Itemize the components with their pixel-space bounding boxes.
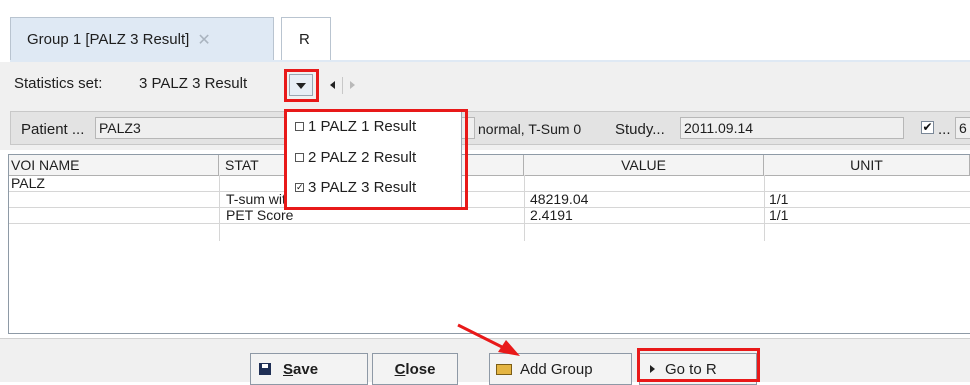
statistics-set-dropdown-button[interactable] [289, 74, 313, 96]
dropdown-arrow-icon [296, 83, 306, 89]
study-field: 2011.09.14 [680, 117, 904, 139]
study-value: 2011.09.14 [684, 120, 754, 136]
column-divider [764, 175, 765, 241]
go-to-r-button[interactable]: Go to R [639, 353, 757, 385]
menu-item-label: 1 PALZ 1 Result [308, 117, 417, 135]
checkbox-icon [295, 152, 304, 162]
checkbox-icon[interactable]: ✔ [921, 121, 934, 134]
checkbox-icon: ✓ [295, 181, 304, 192]
menu-item-label: 3 PALZ 3 Result [308, 178, 417, 196]
type-value: normal, T-Sum 0 [478, 121, 582, 137]
tab-group-1[interactable]: Group 1 [PALZ 3 Result] ✕ [10, 17, 274, 61]
extra-value: 6 [959, 120, 967, 136]
extra-field: 6 [955, 117, 970, 139]
study-label: Study... [615, 121, 665, 138]
tab-r[interactable]: R [281, 17, 331, 61]
close-icon[interactable]: ✕ [197, 30, 210, 50]
tab-r-label: R [299, 31, 310, 48]
add-group-label: Add Group [520, 360, 593, 378]
nav-separator [342, 77, 343, 94]
column-divider [219, 175, 220, 241]
close-button[interactable]: Close [372, 353, 458, 385]
header-unit[interactable]: UNIT [764, 155, 970, 175]
row-divider [9, 223, 970, 224]
statistics-set-label: Statistics set: [14, 75, 103, 92]
save-button[interactable]: Save [250, 353, 368, 385]
results-table: VOI NAME STAT VALUE UNIT PALZ T-sum with… [8, 154, 970, 334]
tab-strip: Group 1 [PALZ 3 Result] ✕ R [0, 0, 970, 62]
go-to-r-label: Go to R [665, 360, 717, 378]
patient-value: PALZ3 [99, 120, 141, 136]
cell-value: 48219.04 [530, 191, 589, 207]
checkbox-icon [295, 121, 304, 131]
floppy-disk-icon [259, 363, 271, 375]
cell-voi: PALZ [11, 175, 45, 191]
patient-info-row: Patient ... PALZ3 normal, T-Sum 0 Study.… [0, 104, 970, 150]
menu-item-palz-3[interactable]: ✓ 3 PALZ 3 Result [295, 175, 416, 199]
patient-label: Patient ... [21, 121, 85, 138]
statistics-set-row: Statistics set: 3 PALZ 3 Result [0, 62, 970, 104]
menu-item-palz-1[interactable]: 1 PALZ 1 Result [295, 114, 416, 138]
folder-open-icon [496, 363, 512, 375]
statistics-set-dropdown-menu: 1 PALZ 1 Result 2 PALZ 2 Result ✓ 3 PALZ… [286, 110, 462, 208]
row-divider [9, 191, 970, 192]
column-divider [524, 175, 525, 241]
previous-arrow-icon[interactable] [330, 81, 335, 89]
header-value[interactable]: VALUE [524, 155, 764, 175]
header-voi-name[interactable]: VOI NAME [9, 155, 219, 175]
patient-info-panel: Patient ... PALZ3 normal, T-Sum 0 Study.… [10, 111, 970, 145]
next-arrow-icon[interactable] [350, 81, 355, 89]
cell-value: 2.4191 [530, 207, 573, 223]
play-icon [650, 365, 655, 373]
statistics-set-value: 3 PALZ 3 Result [139, 75, 248, 92]
extra-label: ... [938, 121, 951, 138]
cell-unit: 1/1 [769, 191, 789, 207]
menu-item-palz-2[interactable]: 2 PALZ 2 Result [295, 145, 416, 169]
save-button-label: Save [283, 360, 319, 378]
tab-group-1-label: Group 1 [PALZ 3 Result] [27, 31, 190, 48]
row-divider [9, 207, 970, 208]
close-button-label: Close [394, 360, 436, 378]
bottom-button-bar: Save Close Add Group Go to R [0, 338, 970, 385]
cell-stat: PET Score [226, 207, 294, 223]
table-header: VOI NAME STAT VALUE UNIT [9, 155, 970, 176]
cell-unit: 1/1 [769, 207, 789, 223]
add-group-button[interactable]: Add Group [489, 353, 632, 385]
type-field: normal, T-Sum 0 [478, 121, 606, 143]
menu-item-label: 2 PALZ 2 Result [308, 148, 417, 166]
